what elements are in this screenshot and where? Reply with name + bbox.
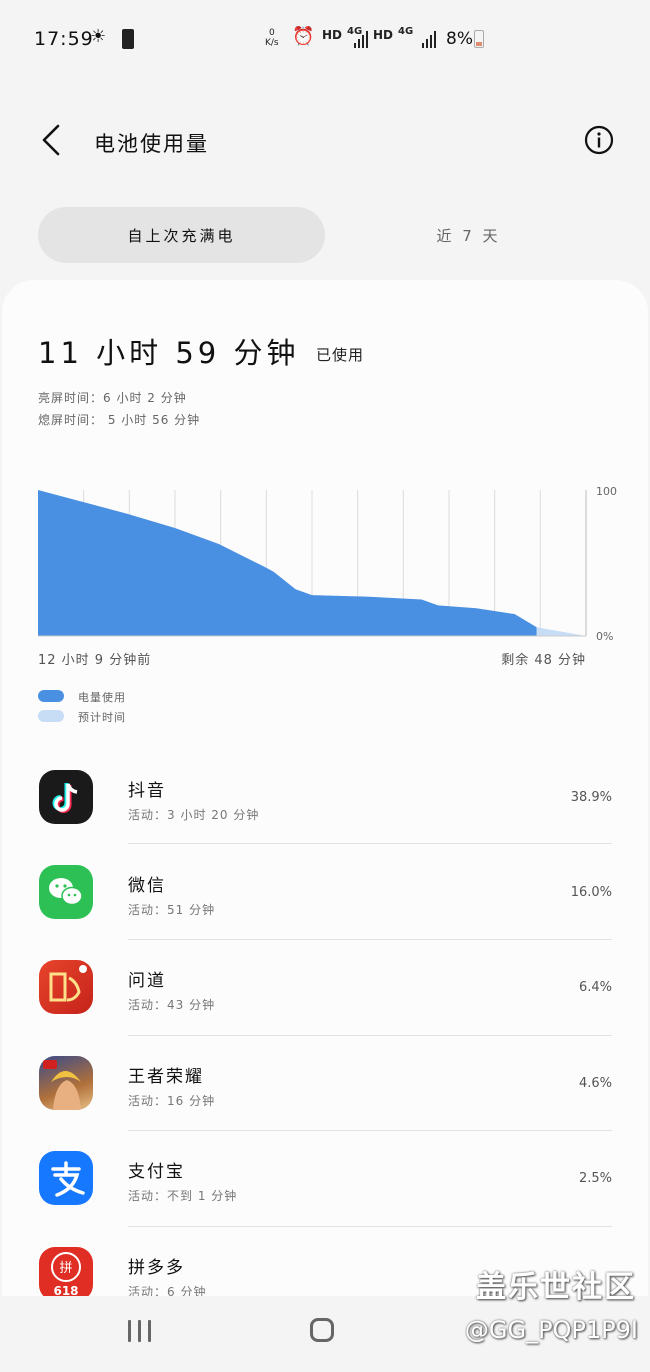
wendao-icon xyxy=(39,960,93,1014)
app-percent: 2.5% xyxy=(578,1171,612,1186)
app-row-alipay[interactable]: 支付宝 活动：不到 1 分钟 2.5% xyxy=(0,1151,650,1247)
app-row-douyin[interactable]: 抖音 活动：3 小时 20 分钟 38.9% xyxy=(0,770,650,866)
wechat-icon xyxy=(39,865,93,919)
app-name: 抖音 xyxy=(128,781,166,801)
chart-ymax-label: 100 xyxy=(596,485,617,498)
legend-usage-swatch xyxy=(38,690,64,702)
app-activity: 活动：3 小时 20 分钟 xyxy=(128,808,260,822)
screen-on-time: 亮屏时间：6 小时 2 分钟 xyxy=(38,391,187,405)
battery-saver-icon xyxy=(122,29,134,49)
chart-series-usage-area xyxy=(38,490,537,636)
list-divider xyxy=(128,1035,612,1036)
legend-estimated-label: 预计时间 xyxy=(78,711,126,724)
network-type-2: 4G xyxy=(398,26,414,37)
watermark-title: 盖乐世社区 xyxy=(476,1270,636,1305)
status-bar: 17:59 ☀ 0 K/s ⏰ HD 4G HD 4G 8% xyxy=(0,0,650,80)
app-activity: 活动：不到 1 分钟 xyxy=(128,1189,238,1203)
app-activity: 活动：51 分钟 xyxy=(128,903,216,917)
signal-icon xyxy=(422,30,438,48)
usage-suffix: 已使用 xyxy=(316,346,365,364)
honor-of-kings-icon xyxy=(39,1056,93,1110)
chart-x-end-label: 剩余 48 分钟 xyxy=(501,653,586,668)
app-activity: 活动：43 分钟 xyxy=(128,998,216,1012)
signal-icon xyxy=(352,30,368,48)
app-name: 支付宝 xyxy=(128,1162,185,1182)
pinduoduo-icon-number: 618 xyxy=(53,1284,78,1296)
status-time: 17:59 xyxy=(34,28,94,50)
chart-series-estimated-area xyxy=(536,627,586,636)
pinduoduo-icon-char: 拼 xyxy=(59,1261,72,1276)
app-row-wechat[interactable]: 微信 活动：51 分钟 16.0% xyxy=(0,865,650,961)
app-activity: 活动：6 分钟 xyxy=(128,1285,207,1296)
info-icon[interactable] xyxy=(584,125,614,155)
brightness-icon: ☀ xyxy=(90,26,107,47)
home-icon[interactable] xyxy=(310,1318,334,1342)
app-percent: 38.9% xyxy=(570,790,612,805)
battery-icon xyxy=(474,30,484,48)
page-title: 电池使用量 xyxy=(94,132,209,156)
app-row-wendao[interactable]: 问道 活动：43 分钟 6.4% xyxy=(0,960,650,1056)
network-speed: 0 K/s xyxy=(265,28,279,48)
app-name: 王者荣耀 xyxy=(128,1067,204,1087)
recent-apps-icon[interactable] xyxy=(128,1320,154,1342)
app-row-honor-of-kings[interactable]: 王者荣耀 活动：16 分钟 4.6% xyxy=(0,1056,650,1152)
screen-off-time: 熄屏时间： 5 小时 56 分钟 xyxy=(38,413,201,427)
app-name: 拼多多 xyxy=(128,1258,185,1278)
chart-ymin-label: 0% xyxy=(596,630,613,643)
tab-since-full-charge[interactable]: 自上次充满电 xyxy=(38,207,325,263)
hd-label-2: HD xyxy=(373,28,394,42)
list-divider xyxy=(128,1130,612,1131)
list-divider xyxy=(128,1226,612,1227)
app-percent: 16.0% xyxy=(570,885,612,900)
back-arrow-icon[interactable] xyxy=(38,122,66,158)
chart-x-start-label: 12 小时 9 分钟前 xyxy=(38,653,152,668)
app-percent: 6.4% xyxy=(578,980,612,995)
total-usage-time: 11 小时 59 分钟 xyxy=(38,336,300,370)
app-percent: 4.6% xyxy=(578,1076,612,1091)
douyin-icon xyxy=(39,770,93,824)
app-name: 微信 xyxy=(128,876,166,896)
app-name: 问道 xyxy=(128,971,166,991)
list-divider xyxy=(128,843,612,844)
alipay-icon xyxy=(39,1151,93,1205)
battery-usage-chart: 100 0% xyxy=(38,485,617,643)
list-divider xyxy=(128,939,612,940)
legend-estimated-swatch xyxy=(38,710,64,722)
hd-label-1: HD xyxy=(322,28,343,42)
app-activity: 活动：16 分钟 xyxy=(128,1094,216,1108)
legend-usage-label: 电量使用 xyxy=(78,691,126,704)
alarm-icon: ⏰ xyxy=(292,26,315,47)
watermark-handle: @GG_PQP1P9I xyxy=(464,1316,638,1344)
battery-percent: 8% xyxy=(446,29,473,49)
tab-last-7-days[interactable]: 近 7 天 xyxy=(325,207,612,263)
pinduoduo-icon: 拼 618 xyxy=(39,1247,93,1296)
